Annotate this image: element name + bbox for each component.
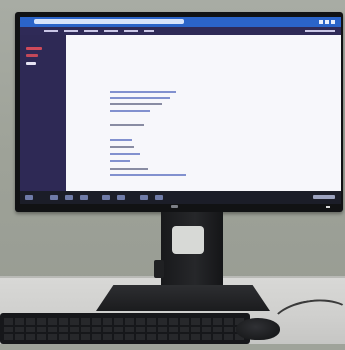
content-line-link[interactable]: [110, 91, 176, 93]
taskbar-app-icon[interactable]: [140, 195, 148, 200]
stand-cable-cutout: [172, 226, 204, 254]
taskbar-app-icon[interactable]: [102, 195, 110, 200]
keyboard-keys[interactable]: [4, 318, 246, 340]
monitor-stand-base: [96, 285, 270, 311]
content-line-link[interactable]: [110, 160, 130, 162]
monitor-logo: [171, 205, 178, 208]
content-line-link[interactable]: [110, 139, 132, 141]
content-line-text: [110, 124, 144, 126]
taskbar-app-icon[interactable]: [80, 195, 88, 200]
sidebar-app-icon[interactable]: [26, 47, 42, 50]
power-button[interactable]: [326, 206, 330, 208]
content-line-text: [110, 103, 162, 105]
content-line-link[interactable]: [110, 110, 150, 112]
content-line-link[interactable]: [110, 153, 140, 155]
start-icon[interactable]: [25, 195, 33, 200]
user-menu[interactable]: [305, 30, 335, 32]
mouse[interactable]: [236, 318, 280, 340]
app-nav-menu[interactable]: [44, 30, 154, 32]
content-line-link[interactable]: [110, 97, 170, 99]
browser-title-bar: [20, 17, 341, 27]
window-controls[interactable]: [319, 20, 335, 24]
app-sidebar: [20, 35, 66, 191]
sidebar-app-icon[interactable]: [26, 62, 36, 65]
document-content: [66, 35, 341, 191]
taskbar-app-icon[interactable]: [117, 195, 125, 200]
cable-clip: [154, 260, 164, 278]
content-line-text: [110, 146, 134, 148]
app-top-bar: [20, 27, 341, 35]
address-bar[interactable]: [34, 19, 184, 24]
sidebar-app-icon[interactable]: [26, 54, 38, 57]
content-line-text: [110, 168, 148, 170]
key-row-gap: [4, 325, 246, 327]
system-tray[interactable]: [313, 195, 335, 199]
taskbar-app-icon[interactable]: [155, 195, 163, 200]
monitor-screen: [20, 17, 341, 204]
taskbar-app-icon[interactable]: [65, 195, 73, 200]
key-row-gap: [4, 332, 246, 334]
os-taskbar: [20, 191, 341, 204]
taskbar-app-icon[interactable]: [50, 195, 58, 200]
content-line-link[interactable]: [110, 174, 186, 176]
